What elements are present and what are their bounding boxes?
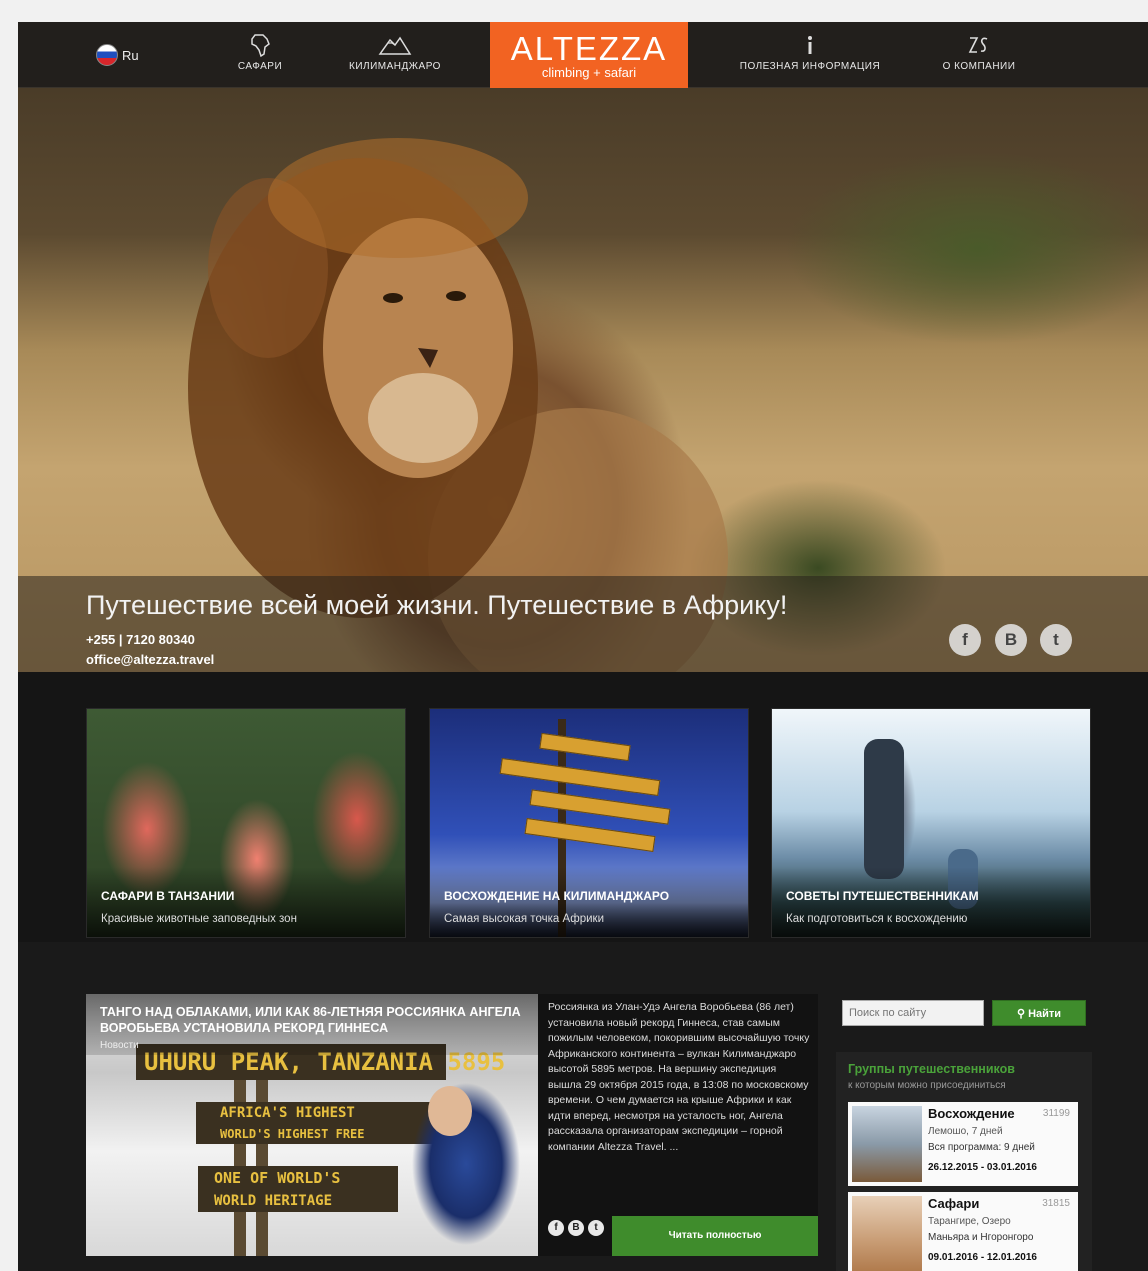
group-card[interactable]: Восхождение 31199 Лемошо, 7 дней Вся про… — [848, 1102, 1078, 1186]
hero-banner: Путешествие всей моей жизни. Путешествие… — [18, 88, 1148, 672]
news-category: Новости — [100, 1040, 139, 1051]
twitter-icon[interactable]: t — [1040, 624, 1072, 656]
vkontakte-icon[interactable]: B — [568, 1220, 584, 1236]
nav-item-useful-info[interactable]: ПОЛЕЗНАЯ ИНФОРМАЦИЯ — [730, 32, 890, 82]
card-tips[interactable]: СОВЕТЫ ПУТЕШЕСТВЕННИКАМ Как подготовитьс… — [771, 708, 1091, 938]
group-thumbnail — [852, 1106, 922, 1182]
feature-cards: САФАРИ В ТАНЗАНИИ Красивые животные запо… — [18, 672, 1148, 942]
news-photo: UHURU PEAK, TANZANIA 5895 AFRICA'S HIGHE… — [86, 994, 538, 1256]
news-excerpt: Россиянка из Улан-Удэ Ангела Воробьева (… — [548, 1001, 810, 1153]
groups-subtitle: к которым можно присоединиться — [848, 1080, 1006, 1091]
russia-flag-icon — [96, 44, 118, 66]
contact-email[interactable]: office@altezza.travel — [86, 652, 214, 667]
facebook-icon[interactable]: f — [949, 624, 981, 656]
traveler-groups: Группы путешественников к которым можно … — [836, 1052, 1092, 1271]
info-icon — [808, 36, 812, 54]
nav-item-about[interactable]: О КОМПАНИИ — [934, 32, 1024, 82]
facebook-icon[interactable]: f — [548, 1220, 564, 1236]
company-icon — [968, 37, 988, 53]
vkontakte-icon[interactable]: B — [995, 624, 1027, 656]
groups-title: Группы путешественников — [848, 1062, 1015, 1076]
search-button[interactable]: ⚲ Найти — [992, 1000, 1086, 1026]
search-icon: ⚲ — [1016, 1007, 1025, 1020]
contact-phone: +255 | 7120 80340 — [86, 632, 195, 647]
hero-caption-bar: Путешествие всей моей жизни. Путешествие… — [18, 576, 1148, 672]
group-card[interactable]: Сафари 31815 Тарангире, Озеро Маньяра и … — [848, 1192, 1078, 1271]
page: Ru САФАРИ КИЛИМАНДЖАРО ALTEZZA climbing … — [18, 22, 1148, 1271]
africa-map-icon — [251, 34, 270, 58]
language-label: Ru — [122, 47, 139, 63]
nav-item-kilimanjaro[interactable]: КИЛИМАНДЖАРО — [340, 32, 450, 82]
card-kilimanjaro[interactable]: ВОСХОЖДЕНИЕ НА КИЛИМАНДЖАРО Самая высока… — [429, 708, 749, 938]
news-title[interactable]: ТАНГО НАД ОБЛАКАМИ, ИЛИ КАК 86-ЛЕТНЯЯ РО… — [100, 1004, 524, 1036]
group-thumbnail — [852, 1196, 922, 1271]
card-safari[interactable]: САФАРИ В ТАНЗАНИИ Красивые животные запо… — [86, 708, 406, 938]
altezza-logo[interactable]: ALTEZZA climbing + safari — [490, 22, 688, 92]
mountain-icon — [378, 36, 412, 55]
top-nav: Ru САФАРИ КИЛИМАНДЖАРО ALTEZZA climbing … — [18, 22, 1148, 92]
search-input[interactable] — [842, 1000, 984, 1026]
twitter-icon[interactable]: t — [588, 1220, 604, 1236]
read-more-button[interactable]: Читать полностью — [612, 1216, 818, 1256]
language-switcher[interactable]: Ru — [96, 44, 139, 66]
hero-title: Путешествие всей моей жизни. Путешествие… — [86, 590, 788, 620]
nav-item-safari[interactable]: САФАРИ — [230, 32, 290, 82]
news-share: f B t — [548, 1220, 604, 1236]
news-item: UHURU PEAK, TANZANIA 5895 AFRICA'S HIGHE… — [86, 994, 818, 1256]
